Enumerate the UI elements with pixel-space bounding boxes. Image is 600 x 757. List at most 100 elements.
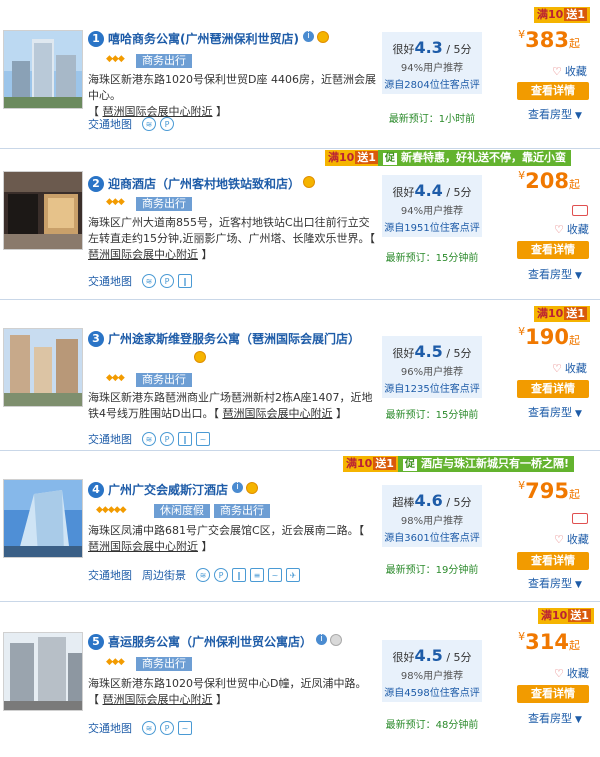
hotel-name-link[interactable]: 迎商酒店（广州客村地铁站致和店）: [108, 176, 300, 192]
hotel-card: 满10 送1 3 广州途家斯维登服务公寓（琶洲国际会展门店） ◆◆◆ 商务出行 海…: [0, 300, 600, 450]
favorite-button[interactable]: ♡ 收藏: [552, 63, 587, 79]
near-landmark-link[interactable]: 琶洲国际会展中心附近: [88, 540, 198, 553]
traffic-map-link[interactable]: 交通地图: [88, 273, 132, 289]
near-landmark-link[interactable]: 琶洲国际会展中心附近: [88, 248, 198, 261]
traffic-map-link[interactable]: 交通地图: [88, 720, 132, 736]
hotel-list: 1 嘻哈商务公寓(广州琶洲保利世贸店) i ◆◆◆ 商务出行 海珠区新港东路10…: [0, 0, 600, 757]
view-rooms-link[interactable]: 查看房型 ▼: [528, 106, 582, 122]
parking-icon: P: [214, 568, 228, 582]
price: ¥208起: [518, 169, 580, 193]
street-view-link[interactable]: 周边街景: [142, 567, 186, 583]
hotel-name-link[interactable]: 广州途家斯维登服务公寓（琶洲国际会展门店）: [108, 331, 370, 347]
hotel-address: 海珠区新港东路1020号保利世贸D座 4406房，近琶洲会展中心。【 琶洲国际会…: [88, 73, 376, 118]
coupon-icon[interactable]: [572, 513, 588, 524]
score-box: 超棒4.6 / 5分 98%用户推荐 源自3601位住客点评: [382, 485, 482, 547]
latest-booking: 最新预订：15分钟前: [385, 410, 479, 421]
score-box: 很好4.4 / 5分 94%用户推荐 源自1951位住客点评: [382, 175, 482, 237]
swimming-icon: ~: [268, 568, 282, 582]
promo-badge: 满10 送1: [343, 456, 399, 472]
hotel-address: 海珠区广州大道南855号，近客村地铁站C出口往前行立交左转直走约15分钟,近丽影…: [88, 216, 375, 261]
business-tag: 商务出行: [136, 657, 192, 671]
business-tag: 商务出行: [136, 373, 192, 387]
coupon-icon[interactable]: [572, 205, 588, 216]
traffic-map-link[interactable]: 交通地图: [88, 431, 132, 447]
hotel-name-link[interactable]: 嘻哈商务公寓(广州琶洲保利世贸店): [108, 31, 299, 47]
info-icon[interactable]: i: [316, 634, 328, 645]
chevron-down-icon: ▼: [575, 409, 582, 419]
view-rooms-link[interactable]: 查看房型 ▼: [528, 575, 582, 591]
gold-medal-icon: [303, 176, 316, 188]
hotel-photo[interactable]: [3, 328, 83, 407]
favorite-button[interactable]: ♡ 收藏: [552, 360, 587, 376]
traffic-map-link[interactable]: 交通地图: [88, 567, 132, 583]
traffic-map-link[interactable]: 交通地图: [88, 116, 132, 132]
promo-banner: 促新春特惠，好礼送不停，靠近小蛮: [378, 150, 571, 166]
business-tag: 商务出行: [136, 197, 192, 211]
heart-icon: ♡: [554, 223, 564, 236]
view-rooms-link[interactable]: 查看房型 ▼: [528, 404, 582, 420]
parking-icon: P: [160, 274, 174, 288]
price: ¥314起: [518, 630, 580, 654]
hotel-address: 海珠区新港东路1020号保利世贸中心D幢，近凤浦中路。【 琶洲国际会展中心附近 …: [88, 677, 367, 706]
heart-icon: ♡: [554, 533, 564, 546]
favorite-button[interactable]: ♡ 收藏: [554, 531, 589, 547]
rank-badge: 3: [88, 331, 104, 347]
restaurant-icon: ‖: [178, 432, 192, 446]
hotel-photo[interactable]: [3, 171, 83, 250]
hotel-name-link[interactable]: 广州广交会威斯汀酒店: [108, 482, 228, 498]
near-landmark-link[interactable]: 琶洲国际会展中心附近: [103, 693, 213, 706]
facility-links: 交通地图 ≋ P ‖: [88, 273, 192, 289]
hotel-name-link[interactable]: 喜运服务公寓（广州保利世贸公寓店）: [108, 634, 312, 650]
view-detail-button[interactable]: 查看详情: [517, 241, 589, 259]
hotel-photo[interactable]: [3, 30, 83, 109]
fitness-icon: ≡: [250, 568, 264, 582]
heart-icon: ♡: [552, 362, 562, 375]
price: ¥383起: [518, 28, 580, 52]
wifi-icon: ≋: [142, 117, 156, 131]
reviews-link[interactable]: 源自3601位住客点评: [382, 529, 482, 544]
diamond-rating: ◆◆◆: [106, 197, 125, 207]
chevron-down-icon: ▼: [575, 715, 582, 725]
reviews-link[interactable]: 源自1951位住客点评: [382, 219, 482, 234]
hotel-address: 海珠区新港东路琶洲商业广场琶洲新村2栋A座1407，近地铁4号线万胜围站D出口。…: [88, 391, 373, 420]
hotel-card: 满10 送1 5 喜运服务公寓（广州保利世贸公寓店） i ◆◆◆ 商务出行 海珠区…: [0, 602, 600, 757]
price: ¥795起: [518, 479, 580, 503]
view-detail-button[interactable]: 查看详情: [517, 380, 589, 398]
wifi-icon: ≋: [142, 274, 156, 288]
rank-badge: 1: [88, 31, 104, 47]
leisure-tag: 休闲度假: [154, 504, 210, 518]
favorite-button[interactable]: ♡ 收藏: [554, 665, 589, 681]
view-detail-button[interactable]: 查看详情: [517, 685, 589, 703]
heart-icon: ♡: [554, 667, 564, 680]
hotel-photo[interactable]: [3, 632, 83, 711]
facility-links: 交通地图 ≋ P ‖ ~: [88, 431, 210, 447]
restaurant-icon: ‖: [232, 568, 246, 582]
parking-icon: P: [160, 432, 174, 446]
reviews-link[interactable]: 源自4598位住客点评: [382, 684, 482, 699]
reviews-link[interactable]: 源自2804位住客点评: [382, 76, 482, 91]
latest-booking: 最新预订：48分钟前: [385, 720, 479, 731]
view-detail-button[interactable]: 查看详情: [517, 82, 589, 100]
view-rooms-link[interactable]: 查看房型 ▼: [528, 710, 582, 726]
promo-badge: 满10 送1: [325, 150, 381, 166]
recommend-rate: 96%用户推荐: [400, 367, 464, 378]
hotel-photo[interactable]: [3, 479, 83, 558]
latest-booking: 最新预订：1小时前: [388, 114, 476, 125]
airport-shuttle-icon: ✈: [286, 568, 300, 582]
wifi-icon: ≋: [142, 432, 156, 446]
reviews-link[interactable]: 源自1235位住客点评: [382, 380, 482, 395]
swimming-icon: ~: [196, 432, 210, 446]
info-icon[interactable]: i: [232, 482, 244, 493]
chevron-down-icon: ▼: [575, 580, 582, 590]
favorite-button[interactable]: ♡ 收藏: [554, 221, 589, 237]
chevron-down-icon: ▼: [575, 271, 582, 281]
recommend-rate: 98%用户推荐: [400, 516, 464, 527]
promo-badge: 满10 送1: [534, 306, 590, 322]
restaurant-icon: ‖: [178, 274, 192, 288]
near-landmark-link[interactable]: 琶洲国际会展中心附近: [222, 407, 332, 420]
view-rooms-link[interactable]: 查看房型 ▼: [528, 266, 582, 282]
wifi-icon: ≋: [196, 568, 210, 582]
view-detail-button[interactable]: 查看详情: [517, 552, 589, 570]
info-icon[interactable]: i: [302, 31, 314, 42]
diamond-rating: ◆◆◆: [106, 54, 125, 64]
